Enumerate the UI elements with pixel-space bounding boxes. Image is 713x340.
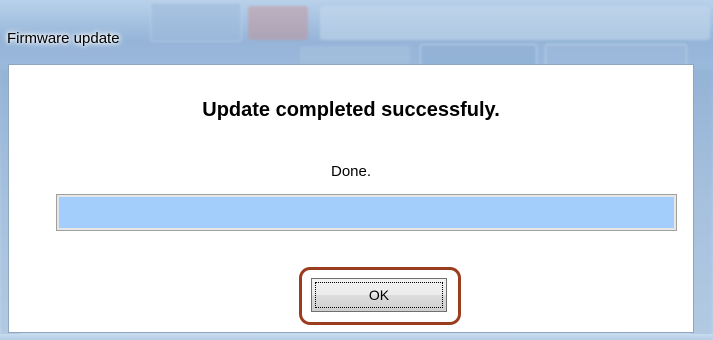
progress-bar (56, 194, 677, 231)
window-title: Firmware update (7, 30, 120, 47)
dialog-content: Update completed successfuly. Done. OK (8, 64, 694, 333)
ok-button-label: OK (368, 287, 390, 303)
progress-bar-fill (59, 197, 674, 228)
status-text: Done. (330, 163, 372, 180)
window-bottom-edge (0, 334, 713, 340)
dialog-window: Firmware update Update completed success… (0, 0, 713, 340)
ok-button[interactable]: OK (311, 278, 447, 312)
title-bar[interactable]: Firmware update (0, 0, 713, 66)
completion-message: Update completed successfuly. (202, 99, 500, 121)
